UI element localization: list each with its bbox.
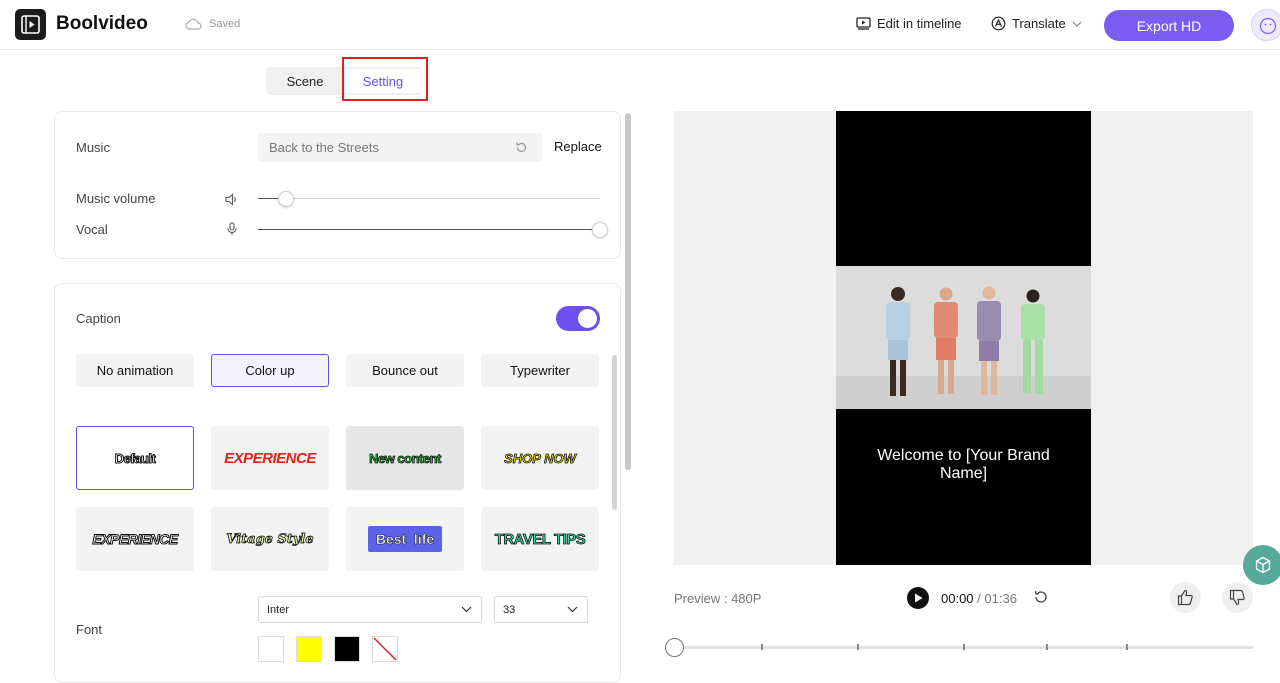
music-track-name: Back to the Streets: [269, 140, 379, 155]
animation-option[interactable]: No animation: [76, 354, 194, 387]
caption-style-label: New content: [369, 450, 442, 466]
animation-option-selected[interactable]: Color up: [211, 354, 329, 387]
caption-style-card[interactable]: Best life: [346, 507, 464, 571]
animation-option[interactable]: Typewriter: [481, 354, 599, 387]
people-illustration: [836, 266, 1091, 409]
vocal-label: Vocal: [76, 222, 108, 237]
caption-style-card[interactable]: EXPERIENCE: [76, 507, 194, 571]
top-bar: Boolvideo Saved Edit in timeline Transla…: [0, 0, 1280, 50]
caption-toggle-knob: [578, 309, 597, 328]
timeline-marker: [761, 644, 763, 650]
thumbs-down-icon: [1229, 589, 1245, 606]
video-preview[interactable]: Welcome to [Your Brand Name]: [836, 111, 1091, 565]
user-avatar[interactable]: [1251, 9, 1280, 41]
font-family-value: Inter: [267, 604, 290, 616]
font-label: Font: [76, 622, 103, 637]
caption-style-label: Vitage Style: [226, 531, 314, 547]
smiley-icon: [1259, 17, 1277, 35]
vocal-handle[interactable]: [592, 222, 608, 238]
font-family-select[interactable]: Inter: [258, 596, 482, 623]
time-separator: /: [973, 591, 985, 606]
play-icon: [915, 593, 923, 603]
video-scene-image: [836, 266, 1091, 409]
caption-panel: Caption No animation Color up Bounce out…: [54, 283, 621, 683]
caption-style-card[interactable]: New content: [346, 426, 464, 490]
caption-style-label: Default: [114, 450, 156, 466]
app-name: Boolvideo: [56, 13, 148, 34]
timeline-marker: [1126, 644, 1128, 650]
assistant-button[interactable]: [1243, 545, 1280, 585]
timeline-marker: [1046, 644, 1048, 650]
caption-label: Caption: [76, 311, 121, 326]
preview-quality: Preview : 480P: [674, 591, 762, 606]
music-panel: Music Back to the Streets Replace Music …: [54, 111, 621, 259]
color-swatch-black[interactable]: [334, 636, 360, 662]
translate-icon: [991, 16, 1006, 31]
caption-style-card[interactable]: Vitage Style: [211, 507, 329, 571]
edit-in-timeline-label: Edit in timeline: [877, 16, 962, 31]
volume-icon: [225, 193, 236, 206]
color-swatch-none[interactable]: [372, 636, 398, 662]
cloud-icon: [185, 18, 202, 30]
caption-style-label: TRAVEL TIPS: [494, 530, 586, 548]
settings-scrollbar[interactable]: [625, 113, 631, 470]
refresh-icon[interactable]: [515, 141, 528, 154]
caption-style-card[interactable]: EXPERIENCE: [211, 426, 329, 490]
edit-in-timeline-button[interactable]: Edit in timeline: [856, 16, 962, 31]
app-logo[interactable]: [15, 9, 46, 40]
replace-music-button[interactable]: Replace: [554, 139, 602, 154]
playback-time: 00:00 / 01:36: [941, 591, 1017, 606]
translate-label: Translate: [1012, 16, 1066, 31]
color-swatch-white[interactable]: [258, 636, 284, 662]
video-caption: Welcome to [Your Brand Name]: [877, 447, 1050, 482]
font-size-select[interactable]: 33: [494, 596, 588, 623]
current-time: 00:00: [941, 591, 974, 606]
caption-style-card[interactable]: Default: [76, 426, 194, 490]
play-button[interactable]: [907, 587, 929, 609]
no-color-icon: [373, 637, 397, 661]
music-volume-label: Music volume: [76, 191, 156, 206]
chevron-down-icon: [1072, 21, 1082, 27]
tab-scene[interactable]: Scene: [266, 67, 344, 95]
vocal-slider[interactable]: [258, 229, 600, 230]
caption-style-label: Best life: [367, 526, 443, 552]
save-status: Saved: [209, 18, 241, 30]
font-size-value: 33: [503, 604, 516, 616]
music-label: Music: [76, 140, 110, 155]
timeline-marker: [857, 644, 859, 650]
caption-style-card[interactable]: TRAVEL TIPS: [481, 507, 599, 571]
music-volume-handle[interactable]: [278, 191, 294, 207]
animation-option[interactable]: Bounce out: [346, 354, 464, 387]
caption-style-label: SHOP NOW: [504, 450, 577, 466]
caption-style-card[interactable]: SHOP NOW: [481, 426, 599, 490]
caption-style-label: EXPERIENCE: [224, 449, 316, 467]
cube-icon: [1255, 556, 1271, 574]
thumbs-up-button[interactable]: [1170, 582, 1201, 613]
highlight-box: [342, 57, 428, 101]
translate-dropdown[interactable]: Translate: [991, 16, 1082, 31]
timeline-icon: [856, 17, 871, 30]
thumbs-up-icon: [1177, 589, 1193, 606]
music-track-field[interactable]: Back to the Streets: [258, 133, 542, 162]
timeline-marker: [963, 644, 965, 650]
export-hd-button[interactable]: Export HD: [1104, 10, 1234, 41]
caption-toggle[interactable]: [556, 306, 600, 331]
video-frame-icon: [21, 15, 40, 34]
microphone-icon: [227, 222, 237, 235]
total-time: 01:36: [984, 591, 1017, 606]
replay-icon[interactable]: [1033, 589, 1049, 605]
timeline-playhead[interactable]: [665, 638, 684, 657]
color-swatch-yellow[interactable]: [296, 636, 322, 662]
music-volume-slider[interactable]: [258, 198, 600, 199]
chevron-down-icon: [567, 606, 578, 613]
caption-scrollbar[interactable]: [612, 355, 617, 510]
thumbs-down-button[interactable]: [1222, 582, 1253, 613]
chevron-down-icon: [461, 606, 472, 613]
caption-style-label: EXPERIENCE: [92, 531, 179, 548]
